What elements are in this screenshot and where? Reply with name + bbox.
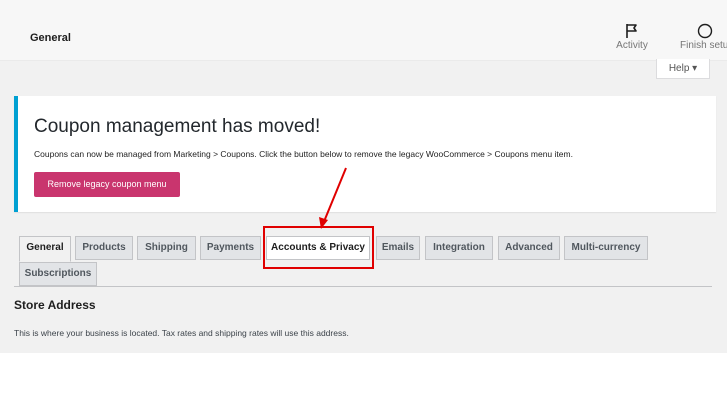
tab-products[interactable]: Products (75, 236, 133, 260)
tab-payments[interactable]: Payments (200, 236, 261, 260)
help-button[interactable]: Help ▾ (656, 59, 710, 79)
tab-shipping[interactable]: Shipping (137, 236, 196, 260)
activity-label: Activity (616, 40, 648, 51)
finish-setup-button[interactable]: Finish setup (680, 22, 727, 58)
flag-icon (626, 24, 637, 38)
tab-emails[interactable]: Emails (376, 236, 420, 260)
tab-integration[interactable]: Integration (425, 236, 493, 260)
form-area (0, 353, 727, 405)
tab-subscriptions[interactable]: Subscriptions (19, 262, 97, 286)
page-title: General (30, 32, 71, 44)
content-area (0, 287, 727, 353)
activity-button[interactable]: Activity (612, 22, 652, 58)
notice-text: Coupons can now be managed from Marketin… (34, 149, 573, 159)
annotation-highlight-box (263, 226, 374, 269)
tab-general[interactable]: General (19, 236, 71, 262)
section-title: Store Address (14, 298, 96, 312)
notice-title: Coupon management has moved! (34, 116, 321, 137)
remove-legacy-coupon-menu-button[interactable]: Remove legacy coupon menu (34, 172, 180, 197)
section-description: This is where your business is located. … (14, 328, 349, 338)
top-header-bar: General Activity Finish setup (0, 0, 727, 61)
tab-advanced[interactable]: Advanced (498, 236, 560, 260)
finish-setup-label: Finish setup (680, 40, 727, 51)
coupon-notice: Coupon management has moved! Coupons can… (14, 96, 716, 212)
circle-progress-icon (697, 23, 713, 39)
tab-multi-currency[interactable]: Multi-currency (564, 236, 648, 260)
